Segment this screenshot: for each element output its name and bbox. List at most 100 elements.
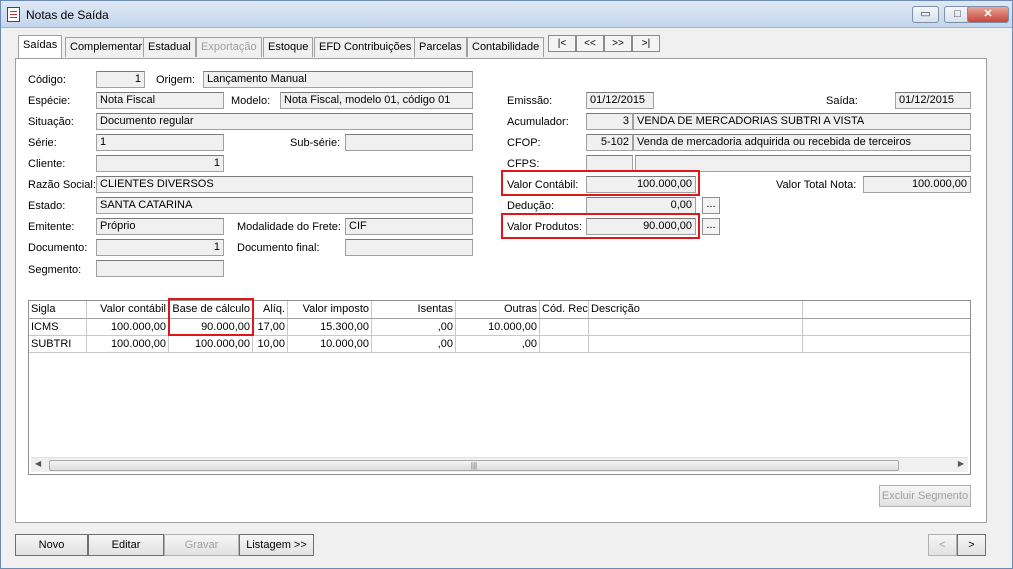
tab-complementar[interactable]: Complementar <box>65 37 148 57</box>
scroll-left-icon[interactable]: ◀ <box>35 459 41 468</box>
razao-social-field[interactable]: CLIENTES DIVERSOS <box>96 176 473 193</box>
base-calculo-highlight <box>168 298 254 336</box>
col-outras[interactable]: Outras <box>456 301 540 319</box>
modelo-label: Modelo: <box>231 95 271 107</box>
documento-label: Documento: <box>28 242 88 254</box>
cfop-code-field[interactable]: 5-102 <box>586 134 633 151</box>
table-cell[interactable]: 10.000,00 <box>288 336 372 353</box>
col-filler <box>803 301 970 319</box>
table-cell[interactable]: 100.000,00 <box>87 336 169 353</box>
saida-field[interactable]: 01/12/2015 <box>895 92 971 109</box>
col-valor-contabil[interactable]: Valor contábil <box>87 301 169 319</box>
last-record-button[interactable]: >| <box>632 35 660 52</box>
subserie-label: Sub-série: <box>290 137 341 149</box>
situacao-field[interactable]: Documento regular <box>96 113 473 130</box>
tab-exportacao[interactable]: Exportação <box>196 37 262 57</box>
segmento-label: Segmento: <box>28 264 82 276</box>
acumulador-label: Acumulador: <box>507 116 569 128</box>
cfop-label: CFOP: <box>507 137 541 149</box>
gravar-button[interactable]: Gravar <box>164 534 239 556</box>
document-icon <box>7 7 20 22</box>
table-cell-filler <box>803 336 970 353</box>
razao-social-label: Razão Social: <box>28 179 96 191</box>
situacao-label: Situação: <box>28 116 74 128</box>
tab-saidas[interactable]: Saídas <box>18 35 63 58</box>
emitente-label: Emitente: <box>28 221 75 233</box>
tab-parcelas[interactable]: Parcelas <box>414 37 467 57</box>
modalidade-frete-field[interactable]: CIF <box>345 218 473 235</box>
tab-efd-contribuicoes[interactable]: EFD Contribuições <box>314 37 417 57</box>
window-title: Notas de Saída <box>26 8 109 22</box>
table-cell[interactable]: ,00 <box>372 336 456 353</box>
documento-final-field[interactable] <box>345 239 473 256</box>
table-cell-filler <box>803 319 970 336</box>
tab-estoque[interactable]: Estoque <box>263 37 314 57</box>
modelo-field[interactable]: Nota Fiscal, modelo 01, código 01 <box>280 92 473 109</box>
col-aliquota[interactable]: Alíq. <box>253 301 288 319</box>
next-record-button[interactable]: >> <box>604 35 632 52</box>
deducao-field[interactable]: 0,00 <box>586 197 696 214</box>
serie-label: Série: <box>28 137 57 149</box>
table-cell[interactable] <box>540 319 589 336</box>
table-cell[interactable]: 100.000,00 <box>169 336 253 353</box>
tab-estadual[interactable]: Estadual <box>143 37 196 57</box>
first-record-button[interactable]: |< <box>548 35 576 52</box>
table-cell[interactable]: 17,00 <box>253 319 288 336</box>
estado-field[interactable]: SANTA CATARINA <box>96 197 473 214</box>
close-button[interactable]: ✕ <box>967 6 1009 23</box>
table-cell[interactable]: ,00 <box>372 319 456 336</box>
table-cell[interactable] <box>540 336 589 353</box>
col-descricao[interactable]: Descrição <box>589 301 803 319</box>
col-valor-imposto[interactable]: Valor imposto <box>288 301 372 319</box>
col-sigla[interactable]: Sigla <box>29 301 87 319</box>
origem-field[interactable]: Lançamento Manual <box>203 71 473 88</box>
valor-total-nota-field[interactable]: 100.000,00 <box>863 176 971 193</box>
cliente-field[interactable]: 1 <box>96 155 224 172</box>
codigo-field[interactable]: 1 <box>96 71 145 88</box>
table-cell[interactable]: SUBTRI <box>29 336 87 353</box>
prev-record-button[interactable]: << <box>576 35 604 52</box>
minimize-button[interactable]: ▭ <box>912 6 939 23</box>
segmento-field[interactable] <box>96 260 224 277</box>
modalidade-frete-label: Modalidade do Frete: <box>237 221 341 233</box>
title-bar: Notas de Saída ▭ □ ✕ <box>1 1 1012 28</box>
emissao-field[interactable]: 01/12/2015 <box>586 92 654 109</box>
next-page-button[interactable]: > <box>957 534 986 556</box>
valor-produtos-highlight <box>501 213 700 239</box>
scroll-right-icon[interactable]: ▶ <box>958 459 964 468</box>
cfop-desc-field: Venda de mercadoria adquirida ou recebid… <box>633 134 971 151</box>
cfps-label: CFPS: <box>507 158 540 170</box>
table-cell[interactable]: ,00 <box>456 336 540 353</box>
table-cell[interactable]: ICMS <box>29 319 87 336</box>
table-cell[interactable] <box>589 319 803 336</box>
deducao-lookup-button[interactable]: ... <box>702 197 720 214</box>
novo-button[interactable]: Novo <box>15 534 88 556</box>
documento-field[interactable]: 1 <box>96 239 224 256</box>
col-isentas[interactable]: Isentas <box>372 301 456 319</box>
excluir-segmento-button[interactable]: Excluir Segmento <box>879 485 971 507</box>
especie-field[interactable]: Nota Fiscal <box>96 92 224 109</box>
saida-label: Saída: <box>826 95 858 107</box>
origem-label: Origem: <box>156 74 196 86</box>
table-cell[interactable]: 15.300,00 <box>288 319 372 336</box>
horizontal-scrollbar[interactable]: ◀ ||| ▶ <box>31 457 968 472</box>
acumulador-code-field[interactable]: 3 <box>586 113 633 130</box>
table-cell[interactable]: 100.000,00 <box>87 319 169 336</box>
especie-label: Espécie: <box>28 95 71 107</box>
table-cell[interactable] <box>589 336 803 353</box>
col-cod-rec[interactable]: Cód. Rec. <box>540 301 589 319</box>
tab-contabilidade[interactable]: Contabilidade <box>467 37 545 57</box>
serie-field[interactable]: 1 <box>96 134 224 151</box>
listagem-button[interactable]: Listagem >> <box>239 534 314 556</box>
table-cell[interactable]: 10,00 <box>253 336 288 353</box>
editar-button[interactable]: Editar <box>88 534 164 556</box>
codigo-label: Código: <box>28 74 66 86</box>
scroll-thumb[interactable]: ||| <box>49 460 899 471</box>
emitente-field[interactable]: Próprio <box>96 218 224 235</box>
table-cell[interactable]: 10.000,00 <box>456 319 540 336</box>
emissao-label: Emissão: <box>507 95 553 107</box>
acumulador-desc-field: VENDA DE MERCADORIAS SUBTRI A VISTA <box>633 113 971 130</box>
prev-page-button[interactable]: < <box>928 534 957 556</box>
subserie-field[interactable] <box>345 134 473 151</box>
valor-produtos-lookup-button[interactable]: ... <box>702 218 720 235</box>
